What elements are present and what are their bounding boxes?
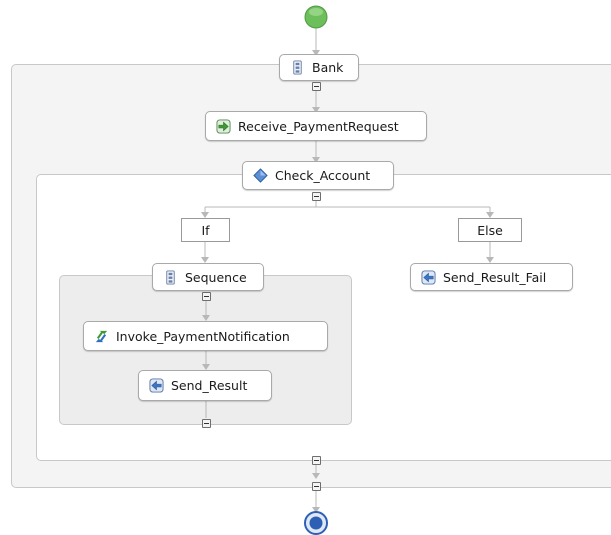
invoke-payment-notification-node[interactable]: Invoke_PaymentNotification — [83, 321, 328, 351]
reply-icon — [421, 269, 436, 285]
reply-icon — [149, 378, 164, 393]
sequence-icon — [166, 269, 175, 285]
sequence-node[interactable]: Sequence — [152, 263, 264, 291]
sequence-collapse-toggle[interactable] — [202, 292, 211, 301]
send-result-fail-label: Send_Result_Fail — [443, 269, 547, 285]
sequence-label: Sequence — [185, 269, 247, 285]
send-result-node[interactable]: Send_Result — [138, 370, 272, 401]
invoke-label: Invoke_PaymentNotification — [116, 328, 290, 344]
if-branch-label[interactable]: If — [181, 218, 230, 242]
send-result-fail-node[interactable]: Send_Result_Fail — [410, 263, 573, 291]
bank-collapse-toggle[interactable] — [312, 82, 321, 91]
if-diamond-icon — [253, 168, 268, 183]
check-account-collapse-toggle[interactable] — [312, 192, 321, 201]
sequence-end-toggle[interactable] — [202, 419, 211, 428]
if-label: If — [201, 222, 210, 238]
check-account-node[interactable]: Check_Account — [242, 161, 394, 190]
bank-label: Bank — [312, 60, 344, 75]
else-branch-label[interactable]: Else — [458, 218, 522, 242]
start-event-icon[interactable] — [304, 5, 328, 29]
sequence-icon — [293, 60, 302, 75]
end-event-icon[interactable] — [304, 511, 328, 535]
receive-label: Receive_PaymentRequest — [238, 118, 399, 134]
check-account-end-toggle[interactable] — [312, 456, 321, 465]
bank-node[interactable]: Bank — [279, 54, 359, 81]
else-label: Else — [477, 222, 503, 238]
check-account-label: Check_Account — [275, 168, 371, 183]
receive-icon — [216, 118, 231, 134]
invoke-icon — [95, 330, 108, 342]
bank-end-toggle[interactable] — [312, 482, 321, 491]
receive-payment-request-node[interactable]: Receive_PaymentRequest — [205, 111, 427, 141]
send-result-label: Send_Result — [171, 378, 248, 393]
